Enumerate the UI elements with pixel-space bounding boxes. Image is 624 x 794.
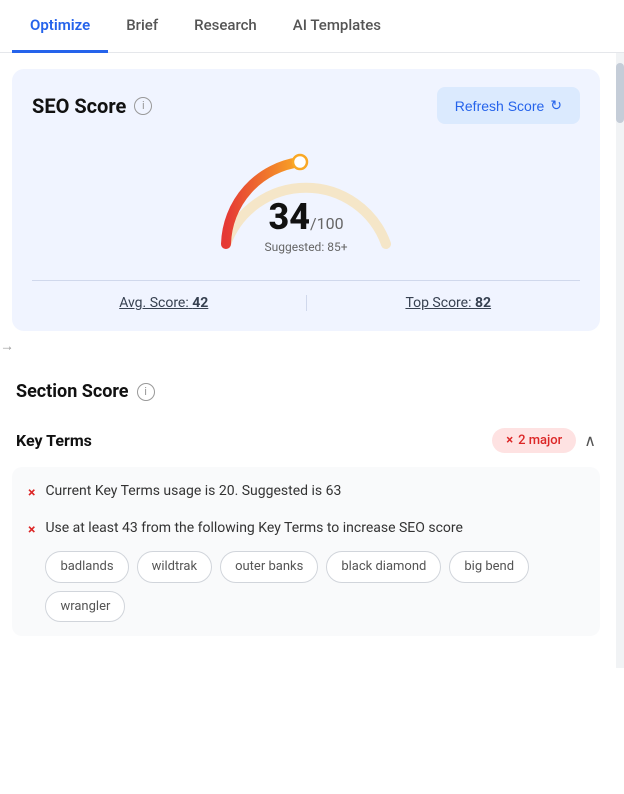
key-terms-badge-area: × 2 major ∧ — [492, 428, 596, 453]
scrollbar-track[interactable] — [616, 53, 624, 668]
tab-optimize[interactable]: Optimize — [12, 0, 108, 53]
tag-wrangler[interactable]: wrangler — [45, 591, 125, 623]
main-content: SEO Score i Refresh Score ↻ — [0, 53, 624, 668]
refresh-score-button[interactable]: Refresh Score ↻ — [437, 87, 580, 124]
tag-outer-banks[interactable]: outer banks — [220, 551, 318, 583]
key-terms-title: Key Terms — [16, 431, 92, 450]
issue-content-2: Use at least 43 from the following Key T… — [45, 518, 584, 622]
major-badge: × 2 major — [492, 428, 576, 453]
tab-bar: Optimize Brief Research AI Templates — [0, 0, 624, 53]
gauge-svg: 34/100 Suggested: 85+ — [196, 134, 416, 264]
top-score-item: Top Score: 82 — [317, 295, 581, 311]
key-terms-section: Key Terms × 2 major ∧ × Current Key Term… — [12, 414, 600, 636]
top-score-label: Top Score: 82 — [405, 295, 491, 311]
gauge-outof: /100 — [310, 214, 344, 233]
tags-row: badlands wildtrak outer banks black diam… — [45, 551, 584, 622]
gauge-number: 34 — [268, 196, 310, 238]
section-score-info-icon[interactable]: i — [137, 383, 155, 401]
x-badge-icon: × — [506, 433, 513, 448]
tag-black-diamond[interactable]: black diamond — [326, 551, 441, 583]
issue-text-1: Current Key Terms usage is 20. Suggested… — [45, 481, 341, 502]
key-terms-header: Key Terms × 2 major ∧ — [12, 414, 600, 467]
gauge-score: 34/100 Suggested: 85+ — [264, 196, 347, 254]
tab-research[interactable]: Research — [176, 0, 275, 53]
section-score-label: Section Score — [16, 381, 129, 402]
gauge-score-display: 34/100 — [264, 196, 347, 238]
seo-score-title: SEO Score i — [32, 94, 152, 118]
chevron-up-icon[interactable]: ∧ — [584, 431, 596, 450]
scrollbar-thumb[interactable] — [616, 63, 624, 123]
avg-score-label: Avg. Score: 42 — [119, 295, 208, 311]
refresh-score-label: Refresh Score — [455, 98, 544, 114]
seo-score-header: SEO Score i Refresh Score ↻ — [32, 87, 580, 124]
avg-score-value: 42 — [192, 295, 208, 311]
issues-list: × Current Key Terms usage is 20. Suggest… — [12, 467, 600, 636]
seo-score-card: SEO Score i Refresh Score ↻ — [12, 69, 600, 331]
seo-score-info-icon[interactable]: i — [134, 97, 152, 115]
tab-brief[interactable]: Brief — [108, 0, 176, 53]
x-icon-1: × — [28, 483, 35, 504]
issue-item-1: × Current Key Terms usage is 20. Suggest… — [28, 481, 584, 504]
tab-ai-templates[interactable]: AI Templates — [275, 0, 399, 53]
seo-score-label: SEO Score — [32, 94, 126, 118]
tag-big-bend[interactable]: big bend — [449, 551, 529, 583]
avg-score-item: Avg. Score: 42 — [32, 295, 296, 311]
refresh-icon: ↻ — [550, 97, 562, 114]
arrow-area: → — [0, 331, 612, 361]
left-arrow-icon[interactable]: → — [0, 338, 14, 355]
score-divider — [306, 295, 307, 311]
section-score-heading: Section Score i — [0, 361, 612, 410]
score-row: Avg. Score: 42 Top Score: 82 — [32, 280, 580, 311]
tag-wildtrak[interactable]: wildtrak — [137, 551, 213, 583]
content-area: SEO Score i Refresh Score ↻ — [0, 53, 624, 668]
x-icon-2: × — [28, 520, 35, 541]
issue-item-2: × Use at least 43 from the following Key… — [28, 518, 584, 622]
gauge-suggested: Suggested: 85+ — [264, 240, 347, 254]
top-score-value: 82 — [475, 295, 491, 311]
badge-text: 2 major — [518, 433, 562, 448]
tag-badlands[interactable]: badlands — [45, 551, 128, 583]
gauge-container: 34/100 Suggested: 85+ — [32, 134, 580, 264]
issue-text-2: Use at least 43 from the following Key T… — [45, 520, 463, 536]
